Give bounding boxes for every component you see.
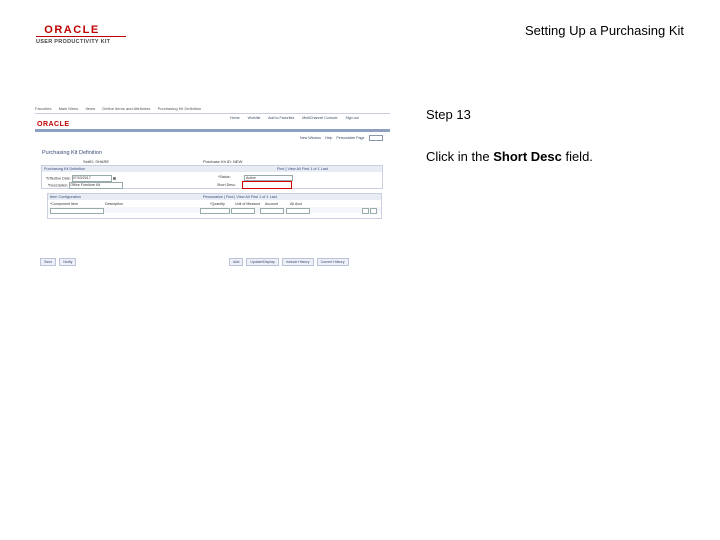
step-instruction: Click in the Short Desc field. (426, 149, 593, 164)
setid-value: SHARE (95, 159, 110, 164)
header-band (35, 129, 390, 132)
logo-divider (36, 36, 126, 37)
setid-display: SetID: SHARE (83, 159, 109, 164)
breadcrumb: Favorites Main Menu Items Define Items a… (35, 105, 390, 114)
left-buttons: Save Notify (40, 258, 78, 266)
page-utilities: New Window Help Personalize Page (300, 135, 386, 141)
help-link[interactable]: Help (325, 136, 332, 140)
page-title: Purchasing Kit Definition (42, 150, 102, 156)
save-button[interactable]: Save (40, 258, 57, 266)
logo-brand: ORACLE (44, 24, 100, 36)
top-nav: Home Worklist Add to Favorites MultiChan… (230, 116, 366, 120)
effdate-label: *Effective Date: (46, 176, 71, 181)
uom-field[interactable] (231, 208, 255, 214)
col-component-item: *Component Item (50, 202, 78, 206)
col-description: Description (105, 202, 123, 206)
nav-home[interactable]: Home (230, 116, 240, 120)
nav-add-favorites[interactable]: Add to Favorites (268, 116, 294, 120)
account-field[interactable] (260, 208, 284, 214)
breadcrumb-item[interactable]: Purchasing Kit Definition (158, 106, 202, 111)
status-label: *Status: (218, 175, 231, 179)
desc-row: *Description: Office Furniture Kit (48, 182, 124, 189)
document-title: Setting Up a Purchasing Kit (525, 23, 684, 38)
effdate-row: *Effective Date: 07/03/2017 ▦ (46, 175, 116, 182)
breadcrumb-item[interactable]: Items (86, 106, 96, 111)
page-options-icon[interactable] (368, 135, 383, 141)
table-row (48, 207, 381, 214)
kitid-value: NEW (233, 159, 243, 164)
quantity-field[interactable] (200, 208, 230, 214)
shortdesc-label: Short Desc: (217, 183, 236, 187)
setid-label: SetID: (83, 159, 95, 164)
add-button[interactable]: Add (229, 258, 244, 266)
include-history-button[interactable]: Include History (281, 258, 314, 266)
short-desc-field[interactable] (242, 181, 292, 189)
right-buttons: Add Update/Display Include History Corre… (229, 258, 351, 266)
desc-label: *Description: (48, 183, 69, 188)
instruction-target: Short Desc (493, 149, 562, 164)
col-uom: Unit of Measure (235, 202, 261, 206)
kitid-label: Purchase Kit ID: (203, 159, 232, 164)
panel-header: Purchasing Kit Definition Find | View Al… (42, 166, 382, 172)
panel-nav[interactable]: Find | View All First 1 of 1 Last (277, 166, 328, 172)
col-alt-acct: Alt Acct (290, 202, 302, 206)
panel-title: Purchasing Kit Definition (44, 167, 86, 171)
add-row-icon[interactable] (362, 208, 369, 214)
grid-nav[interactable]: Personalize | Find | View All First 1 of… (203, 194, 277, 200)
alt-acct-field[interactable] (286, 208, 310, 214)
notify-button[interactable]: Notify (59, 258, 77, 266)
item-configuration-grid: Item Configuration Personalize | Find | … (47, 193, 382, 219)
grid-header: Item Configuration Personalize | Find | … (48, 194, 381, 200)
step-label: Step 13 (426, 107, 471, 122)
description-field[interactable]: Office Furniture Kit (69, 182, 124, 189)
component-item-field[interactable] (50, 208, 104, 214)
new-window-link[interactable]: New Window (300, 136, 321, 140)
effdate-field[interactable]: 07/03/2017 (71, 175, 112, 182)
instruction-suffix: field. (561, 149, 593, 164)
col-account: Account (265, 202, 278, 206)
app-brand-logo: ORACLE (37, 121, 70, 128)
instruction-prefix: Click in the (426, 149, 494, 164)
breadcrumb-item[interactable]: Favorites (35, 106, 51, 111)
app-screenshot: Favorites Main Menu Items Define Items a… (35, 105, 390, 270)
personalize-page-link[interactable]: Personalize Page (336, 136, 364, 140)
delete-row-icon[interactable] (370, 208, 377, 214)
oracle-upk-logo: ORACLE USER PRODUCTIVITY KIT (36, 24, 126, 48)
logo-product: USER PRODUCTIVITY KIT (36, 39, 111, 45)
grid-title: Item Configuration (50, 195, 82, 199)
nav-multichannel[interactable]: MultiChannel Console (302, 116, 337, 120)
calendar-icon[interactable]: ▦ (113, 176, 116, 180)
nav-worklist[interactable]: Worklist (248, 116, 261, 120)
breadcrumb-item[interactable]: Main Menu (59, 106, 79, 111)
correct-history-button[interactable]: Correct History (316, 258, 349, 266)
col-quantity: *Quantity (210, 202, 225, 206)
breadcrumb-item[interactable]: Define Items and Attributes (102, 106, 150, 111)
update-display-button[interactable]: Update/Display (246, 258, 279, 266)
nav-sign-out[interactable]: Sign out (345, 116, 358, 120)
kitid-display: Purchase Kit ID: NEW (203, 159, 242, 164)
kit-definition-panel: Purchasing Kit Definition Find | View Al… (41, 165, 383, 189)
